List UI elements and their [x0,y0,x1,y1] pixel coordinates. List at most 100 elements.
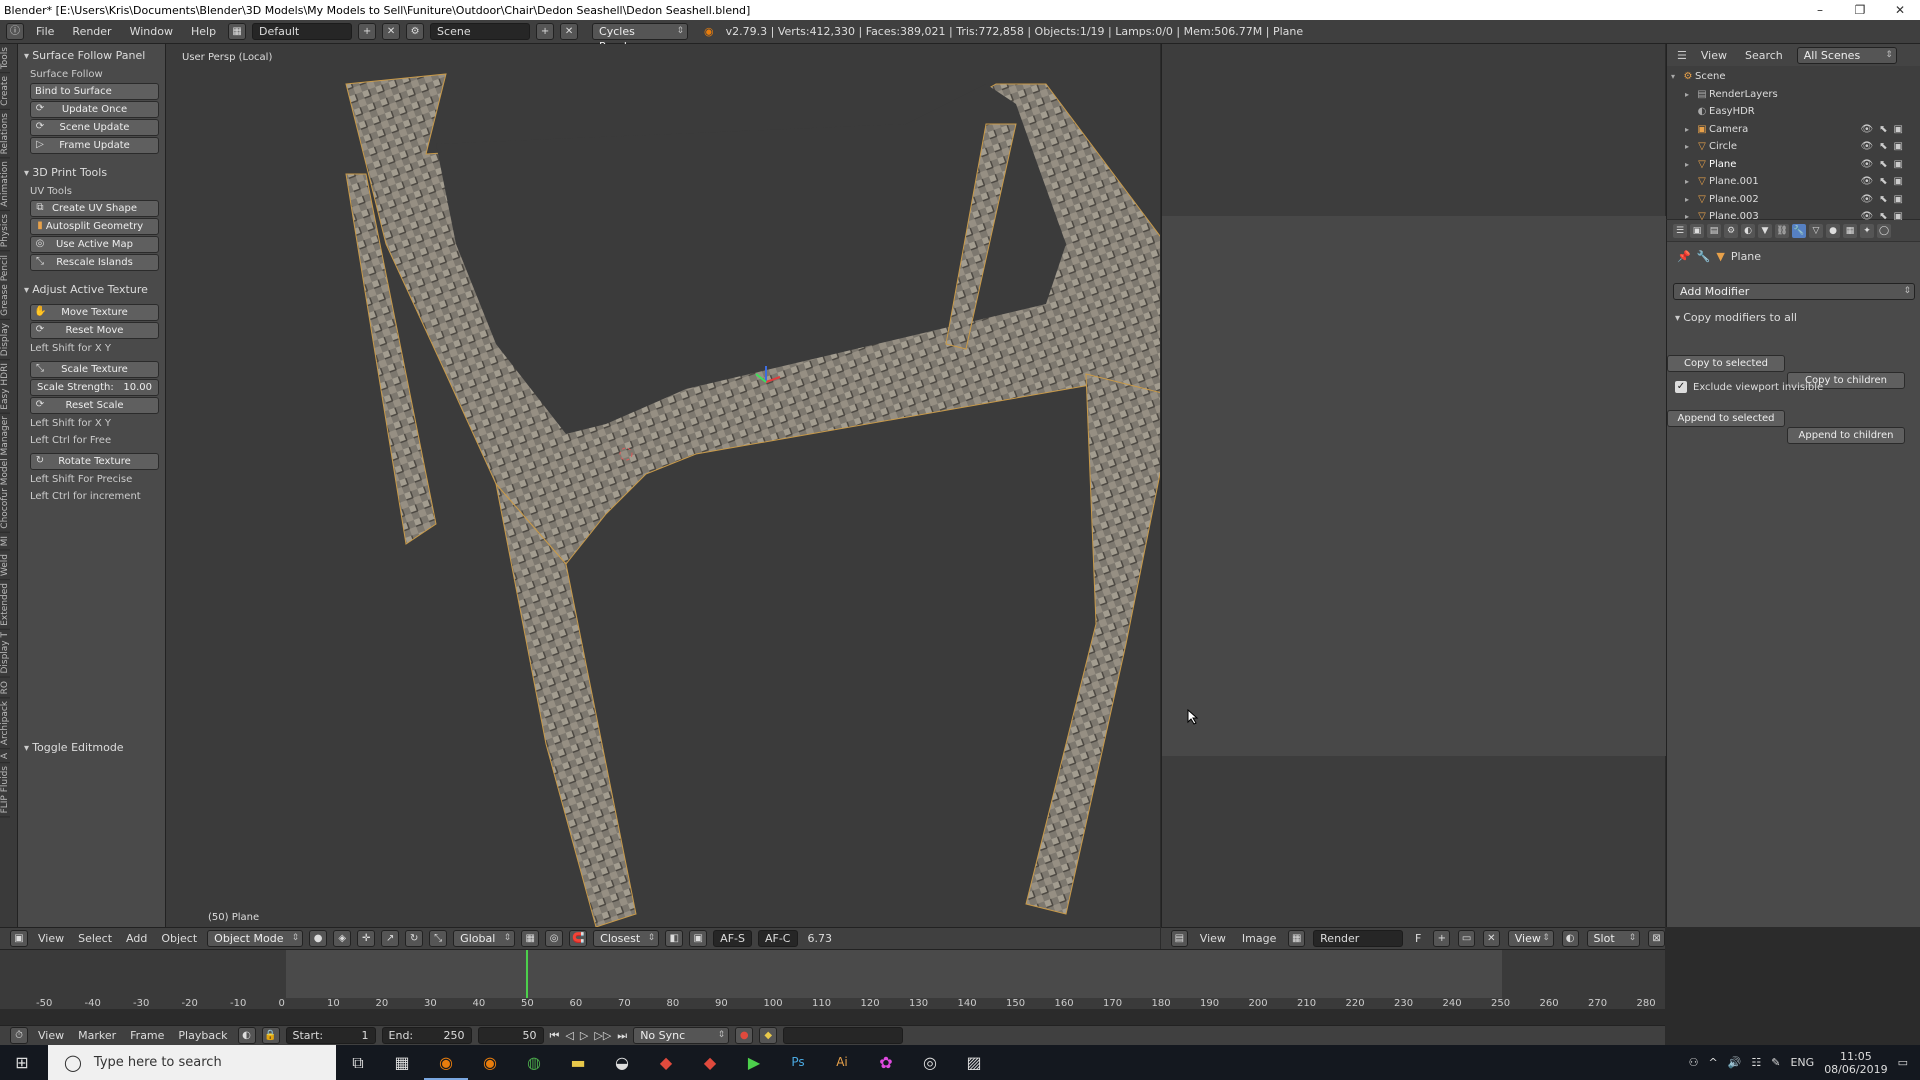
render-result-canvas[interactable] [1162,216,1666,756]
panel-surface-follow[interactable]: Surface Follow Panel [24,46,159,66]
scene-tab-icon[interactable]: ⚙ [1724,223,1738,238]
camera-icon[interactable]: ▣ [689,930,708,947]
viewport-editor-icon[interactable]: ▣ [10,930,28,947]
outliner-menu-view[interactable]: View [1697,49,1731,62]
pin-icon[interactable]: 📌 [1677,250,1691,263]
timeline-menu-view[interactable]: View [34,1029,68,1042]
snap-icon[interactable]: 🧲 [569,930,588,947]
rotate-icon[interactable]: ↻ [405,930,424,947]
tab-mi[interactable]: MI [0,533,10,551]
update-once-button[interactable]: ⟳ Update Once [30,101,159,118]
outliner-row-scene[interactable]: ▾ ⚙ Scene [1671,68,1917,86]
image-menu-view[interactable]: View [1196,932,1230,945]
timeline-menu-marker[interactable]: Marker [74,1029,120,1042]
app-red-2-icon[interactable]: ◆ [688,1045,732,1080]
app-icon[interactable]: ◒ [600,1045,644,1080]
add-modifier-select[interactable]: Add Modifier [1673,283,1915,300]
blender-app-icon[interactable]: ◉ [424,1045,468,1080]
new-image-icon[interactable]: + [1433,930,1451,947]
image-editor-icon[interactable]: ▤ [1171,930,1188,947]
mode-select[interactable]: Object Mode [207,930,304,947]
keying-set-icon[interactable]: ◆ [759,1027,778,1044]
chrome-icon[interactable]: ◍ [512,1045,556,1080]
color-app-icon[interactable]: ✿ [864,1045,908,1080]
move-texture-button[interactable]: ✋ Move Texture [30,304,159,321]
scene-update-button[interactable]: ⟳ Scene Update [30,119,159,136]
taskbar-search[interactable]: ◯ Type here to search [48,1045,336,1080]
layers-icon[interactable]: ▦ [521,930,540,947]
bind-to-surface-button[interactable]: Bind to Surface [30,83,159,100]
render-engine-select[interactable]: Cycles Render [592,23,689,53]
panel-3d-print-tools[interactable]: 3D Print Tools [24,163,159,183]
timeline-menu-frame[interactable]: Frame [126,1029,168,1042]
modifiers-tab-icon[interactable]: 🔧 [1792,223,1806,238]
tab-display-t[interactable]: Display T [0,629,10,678]
remove-layout-icon[interactable]: ✕ [382,23,401,40]
outliner-row-circle[interactable]: ▸ ▽ Circle 👁⬉▣ [1671,138,1917,156]
end-frame-field[interactable]: End: 250 [381,1027,472,1044]
calculator-icon[interactable]: ▦ [380,1045,424,1080]
open-image-icon[interactable]: ▭ [1458,930,1475,947]
view-mode-select[interactable]: View [1507,930,1554,947]
prev-keyframe-icon[interactable]: ◁ [565,1029,573,1042]
start-frame-field[interactable]: Start: 1 [285,1027,376,1044]
tab-create[interactable]: Create [0,73,10,111]
tab-extended[interactable]: Extended [0,579,10,630]
tab-relations[interactable]: Relations [0,110,10,159]
tab-display[interactable]: Display [0,319,10,360]
outliner-row-plane002[interactable]: ▸ ▽ Plane.002 👁⬉▣ [1671,191,1917,209]
aperture-icon[interactable]: ◎ [908,1045,952,1080]
app-red-icon[interactable]: ◆ [644,1045,688,1080]
image-app-icon[interactable]: ▨ [952,1045,996,1080]
3d-viewport[interactable]: User Persp (Local) (50) Plane [166,44,1160,927]
next-keyframe-icon[interactable]: ▷▷ [594,1029,611,1042]
fake-user-button[interactable]: F [1411,932,1425,945]
people-icon[interactable]: ⚇ [1689,1056,1699,1069]
visibility-icons[interactable]: 👁⬉▣ [1860,156,1909,173]
unlink-image-icon[interactable]: ✕ [1482,930,1500,947]
illustrator-icon[interactable]: Ai [820,1045,864,1080]
visibility-icons[interactable]: 👁⬉▣ [1860,138,1909,155]
play-icon[interactable]: ▷ [580,1029,588,1042]
pen-icon[interactable]: ✎ [1771,1056,1780,1069]
viewport-menu-object[interactable]: Object [157,932,201,945]
maximize-icon[interactable]: ⊠ [1648,930,1665,947]
chevron-up-icon[interactable]: ^ [1708,1056,1717,1069]
record-icon[interactable]: ● [735,1027,754,1044]
outliner-menu-search[interactable]: Search [1741,49,1787,62]
visibility-icons[interactable]: 👁⬉▣ [1860,191,1909,208]
visibility-icons[interactable]: 👁⬉▣ [1860,173,1909,190]
menu-file[interactable]: File [30,25,60,38]
preview-range-icon[interactable]: ◐ [237,1027,256,1044]
image-name-field[interactable]: Render Result [1313,930,1404,960]
constraints-tab-icon[interactable]: ⛓ [1775,223,1789,238]
blender-app-2-icon[interactable]: ◉ [468,1045,512,1080]
af-s-button[interactable]: AF-S [713,930,752,947]
timeline-menu-playback[interactable]: Playback [174,1029,231,1042]
scene-field[interactable]: Scene [430,23,531,40]
proportional-edit-icon[interactable]: ◎ [545,930,564,947]
particles-tab-icon[interactable]: ✦ [1860,223,1874,238]
image-browse-icon[interactable]: ▦ [1288,930,1306,947]
task-view-icon[interactable]: ⧉ [336,1045,380,1080]
panel-copy-modifiers[interactable]: Copy modifiers to all [1675,308,1797,328]
outliner-row-renderlayers[interactable]: ▸ ▤ RenderLayers [1671,86,1917,104]
sync-select[interactable]: No Sync [633,1027,730,1044]
timeline-editor-icon[interactable]: ⏱ [10,1027,28,1044]
current-frame-field[interactable]: 50 [477,1027,544,1044]
notifications-icon[interactable]: ▭ [1898,1056,1908,1069]
physics-tab-icon[interactable]: ◯ [1877,223,1891,238]
network-icon[interactable]: ☷ [1751,1056,1761,1069]
shading-icon[interactable]: ● [309,930,328,947]
world-tab-icon[interactable]: ◐ [1741,223,1755,238]
remove-scene-icon[interactable]: ✕ [560,23,579,40]
pivot-icon[interactable]: ◈ [333,930,352,947]
autosplit-geometry-button[interactable]: ▮ Autosplit Geometry [30,218,159,235]
minimize-icon[interactable]: – [1800,3,1840,17]
viewport-menu-view[interactable]: View [34,932,68,945]
playhead[interactable] [526,950,528,998]
add-scene-icon[interactable]: + [536,23,555,40]
timeline[interactable]: -50 -40 -30 -20 -10 0 10 20 30 40 50 60 70 80 90 100 110… [0,949,1665,1009]
tab-chocofur[interactable]: Chocofur Model Manager [0,413,10,534]
orientation-select[interactable]: Global [453,930,516,947]
